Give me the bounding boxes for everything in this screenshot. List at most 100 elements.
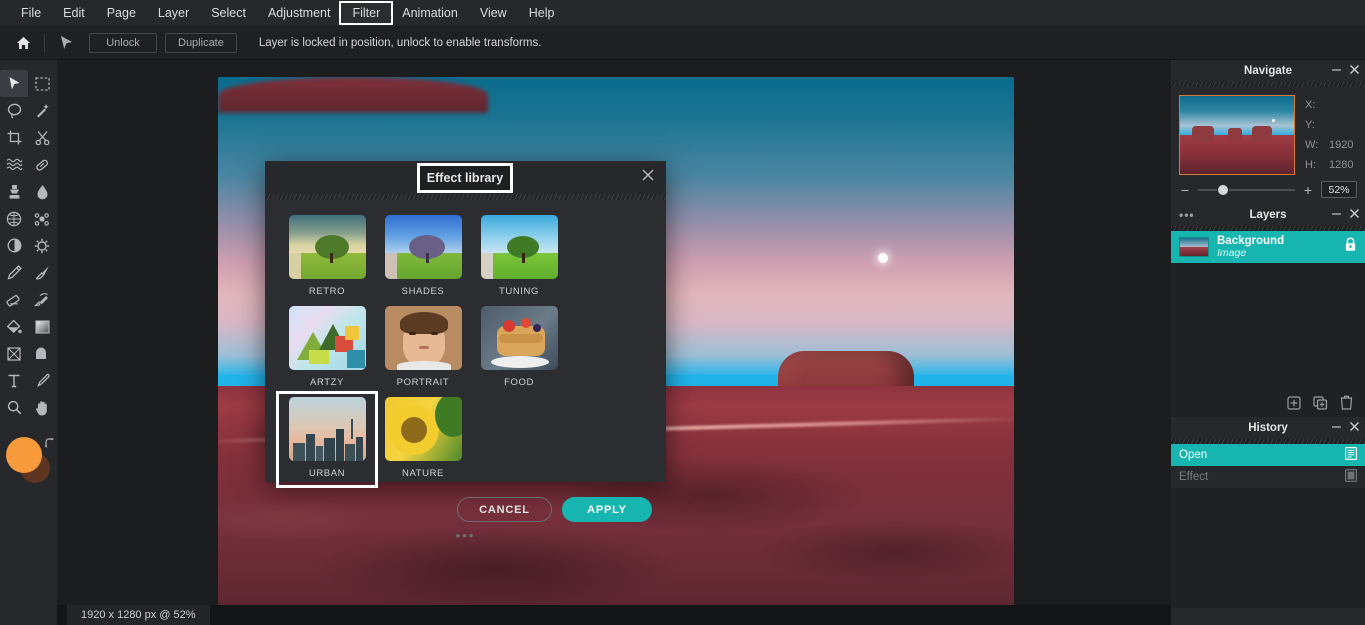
smudge-brush-tool[interactable] xyxy=(28,286,56,313)
tool-palette xyxy=(0,60,57,625)
shape-tool[interactable] xyxy=(28,340,56,367)
canvas-mesa-base xyxy=(218,77,488,113)
zoom-slider-handle[interactable] xyxy=(1217,184,1229,196)
crop-tool[interactable] xyxy=(0,124,28,151)
effect-label: URBAN xyxy=(309,468,345,479)
effect-label: RETRO xyxy=(309,286,345,297)
cancel-button[interactable]: CANCEL xyxy=(457,497,552,522)
stat-value-h: 1280 xyxy=(1329,155,1353,175)
cursor-arrow-icon[interactable] xyxy=(51,31,81,55)
close-icon[interactable] xyxy=(1350,65,1359,77)
apply-button[interactable]: APPLY xyxy=(562,497,652,522)
lasso-tool[interactable] xyxy=(0,97,28,124)
effect-cell-tuning[interactable]: TUNING xyxy=(471,212,567,303)
particles-tool[interactable] xyxy=(28,205,56,232)
effect-cell-shades[interactable]: SHADES xyxy=(375,212,471,303)
contrast-tool[interactable] xyxy=(0,232,28,259)
effect-thumbnail-retro xyxy=(289,215,366,279)
document-info: 1920 x 1280 px @ 52% xyxy=(67,605,210,625)
transform-box-tool[interactable] xyxy=(0,340,28,367)
effect-thumbnail-nature xyxy=(385,397,462,461)
clone-stamp-tool[interactable] xyxy=(0,178,28,205)
history-item-label: Open xyxy=(1179,449,1207,461)
menu-item-layer[interactable]: Layer xyxy=(147,3,200,23)
menu-item-animation[interactable]: Animation xyxy=(391,3,469,23)
eraser-tool[interactable] xyxy=(0,286,28,313)
menu-item-page[interactable]: Page xyxy=(96,3,147,23)
effect-cell-food[interactable]: FOOD xyxy=(471,303,567,394)
close-icon[interactable] xyxy=(1350,422,1359,434)
effect-thumbnail-urban xyxy=(289,397,366,461)
minimize-icon[interactable] xyxy=(1332,422,1341,434)
swap-colors-icon[interactable] xyxy=(44,437,56,455)
text-tool[interactable] xyxy=(0,367,28,394)
effect-library-dialog: Effect library RETRO xyxy=(265,161,666,482)
move-tool[interactable] xyxy=(0,70,28,97)
history-item-open[interactable]: Open xyxy=(1171,444,1365,466)
zoom-slider[interactable] xyxy=(1198,189,1295,191)
mesh-warp-tool[interactable] xyxy=(0,205,28,232)
menu-item-filter[interactable]: Filter xyxy=(341,3,391,23)
menu-item-help[interactable]: Help xyxy=(518,3,566,23)
zoom-tool[interactable] xyxy=(0,394,28,421)
menu-item-select[interactable]: Select xyxy=(200,3,257,23)
close-icon[interactable] xyxy=(642,169,654,183)
right-panel-stack: Navigate X: Y: W:1920 H:1280 xyxy=(1171,60,1365,625)
healing-patch-tool[interactable] xyxy=(28,151,56,178)
lock-icon[interactable] xyxy=(1344,237,1357,257)
canvas-moon xyxy=(878,253,888,263)
navigate-panel-body: X: Y: W:1920 H:1280 xyxy=(1171,87,1365,179)
navigate-thumbnail[interactable] xyxy=(1179,95,1295,175)
duplicate-layer-icon[interactable] xyxy=(1313,396,1328,415)
menu-item-file[interactable]: File xyxy=(10,3,52,23)
effect-label: FOOD xyxy=(504,377,534,388)
dialog-overflow-dots[interactable]: ••• xyxy=(265,528,666,543)
minimize-icon[interactable] xyxy=(1332,65,1341,77)
menu-item-edit[interactable]: Edit xyxy=(52,3,96,23)
home-icon[interactable] xyxy=(8,31,38,55)
blur-drop-tool[interactable] xyxy=(28,178,56,205)
gradient-tool[interactable] xyxy=(28,313,56,340)
trash-icon[interactable] xyxy=(1340,395,1353,415)
layers-toolbar xyxy=(1171,393,1365,417)
toolbar-divider xyxy=(44,34,45,52)
duplicate-button[interactable]: Duplicate xyxy=(165,33,237,53)
menu-item-view[interactable]: View xyxy=(469,3,518,23)
liquify-tool[interactable] xyxy=(0,151,28,178)
effect-cell-artzy[interactable]: ARTZY xyxy=(279,303,375,394)
effect-cell-portrait[interactable]: PORTRAIT xyxy=(375,303,471,394)
overflow-dots-icon[interactable]: ••• xyxy=(1179,204,1195,226)
stat-key-w: W: xyxy=(1305,135,1329,155)
hand-tool[interactable] xyxy=(28,394,56,421)
stat-key-h: H: xyxy=(1305,155,1329,175)
navigate-stats: X: Y: W:1920 H:1280 xyxy=(1305,95,1353,175)
stat-key-x: X: xyxy=(1305,95,1329,115)
close-icon[interactable] xyxy=(1350,209,1359,221)
history-item-effect[interactable]: Effect xyxy=(1171,466,1365,488)
paint-bucket-tool[interactable] xyxy=(0,313,28,340)
pencil-tool[interactable] xyxy=(0,259,28,286)
scissors-cut-tool[interactable] xyxy=(28,124,56,151)
unlock-button[interactable]: Unlock xyxy=(89,33,157,53)
layer-row-background[interactable]: Background Image xyxy=(1171,231,1365,263)
minus-icon[interactable]: − xyxy=(1179,184,1191,196)
history-panel-title: History xyxy=(1248,422,1288,434)
minimize-icon[interactable] xyxy=(1332,209,1341,221)
effect-cell-nature[interactable]: NATURE xyxy=(375,394,471,485)
paintbrush-tool[interactable] xyxy=(28,259,56,286)
zoom-value-field[interactable]: 52% xyxy=(1321,181,1357,198)
sharpen-sun-tool[interactable] xyxy=(28,232,56,259)
effect-thumbnail-shades xyxy=(385,215,462,279)
marquee-select-tool[interactable] xyxy=(28,70,56,97)
plus-icon[interactable]: + xyxy=(1302,184,1314,196)
lock-status-message: Layer is locked in position, unlock to e… xyxy=(259,37,542,49)
foreground-color-swatch[interactable] xyxy=(6,437,42,473)
menu-item-adjustment[interactable]: Adjustment xyxy=(257,3,342,23)
effect-cell-retro[interactable]: RETRO xyxy=(279,212,375,303)
effect-cell-urban[interactable]: URBAN xyxy=(279,394,375,485)
add-layer-icon[interactable] xyxy=(1287,396,1301,415)
menu-bar: File Edit Page Layer Select Adjustment F… xyxy=(0,0,1365,26)
eyedropper-tool[interactable] xyxy=(28,367,56,394)
status-bar: 1920 x 1280 px @ 52% xyxy=(57,605,1171,625)
magic-wand-tool[interactable] xyxy=(28,97,56,124)
